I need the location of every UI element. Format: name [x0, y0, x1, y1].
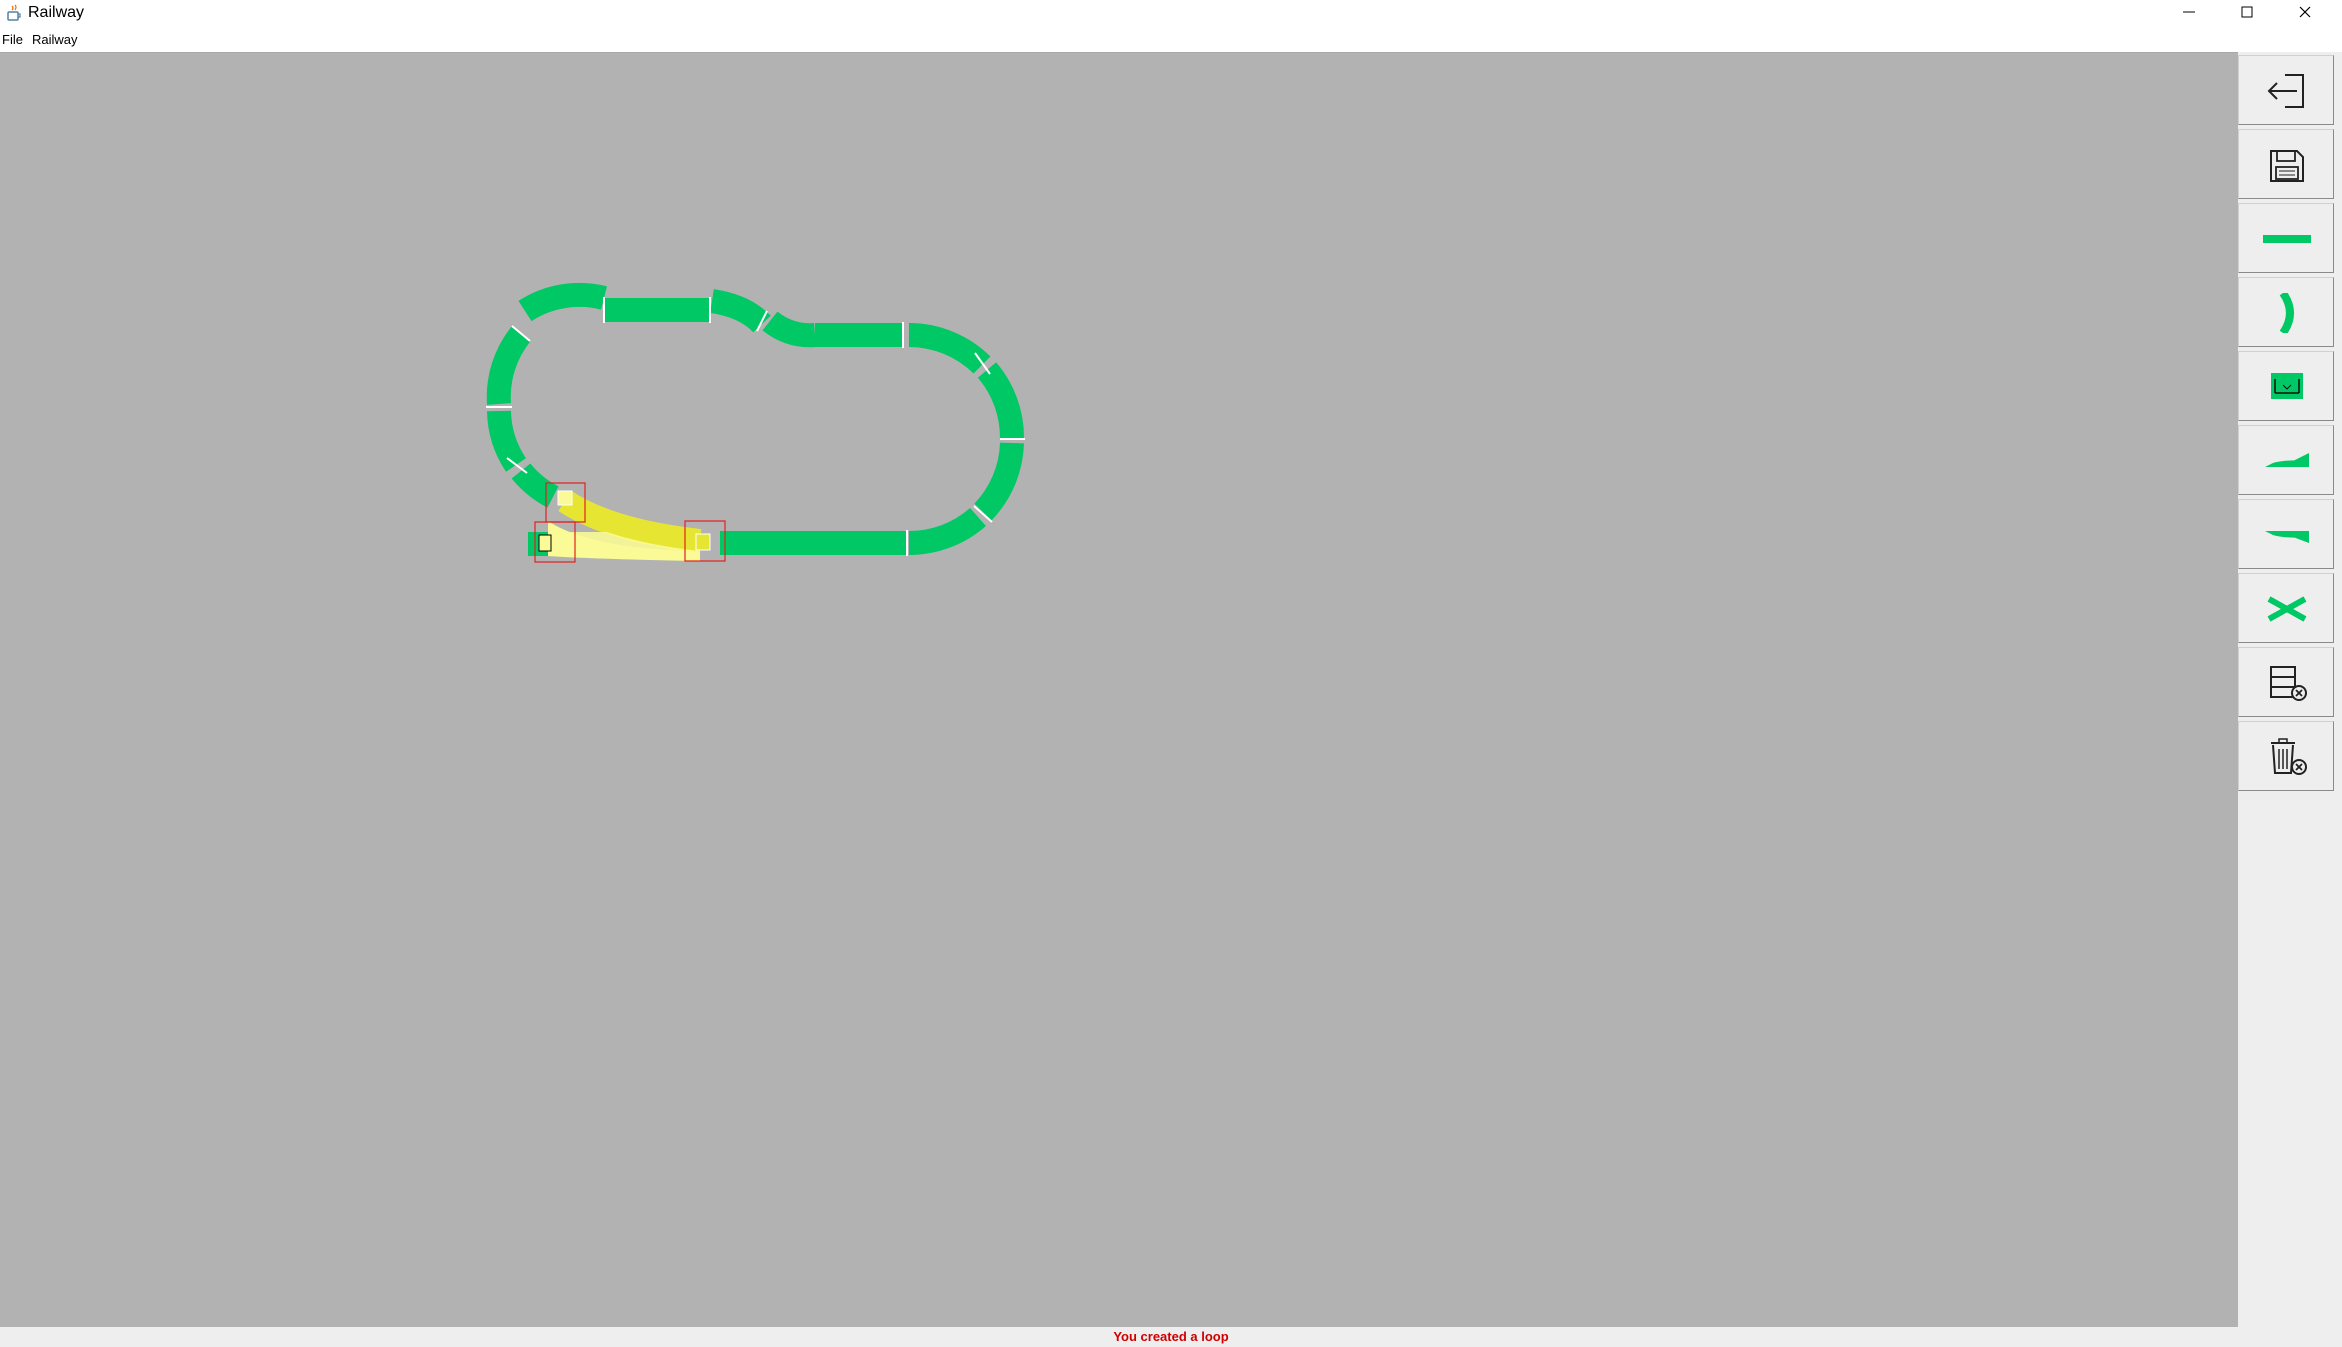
- delete-track-button[interactable]: [2238, 721, 2334, 791]
- bridge-track-icon: [2271, 373, 2303, 399]
- java-app-icon: [6, 4, 22, 22]
- save-button[interactable]: [2238, 129, 2334, 199]
- save-disk-icon: [2270, 150, 2304, 182]
- track-curve-top-s1[interactable]: [709, 289, 771, 333]
- menu-file[interactable]: File: [2, 32, 23, 47]
- close-icon: [2299, 6, 2311, 18]
- switch-right-button[interactable]: [2238, 499, 2334, 569]
- maximize-icon: [2241, 6, 2253, 18]
- minimize-icon: [2183, 11, 2195, 13]
- clear-layout-button[interactable]: [2238, 647, 2334, 717]
- highlighted-switch-track[interactable]: [548, 490, 702, 561]
- straight-track-icon: [2263, 235, 2311, 243]
- minimize-button[interactable]: [2160, 0, 2218, 24]
- switch-right-icon: [2265, 531, 2309, 543]
- track-layout: [486, 282, 1025, 563]
- track-curve-top-s2[interactable]: [762, 311, 816, 348]
- exit-arrow-icon: [2267, 74, 2304, 108]
- window-title: Railway: [28, 4, 85, 21]
- switch-left-button[interactable]: [2238, 425, 2334, 495]
- track-curve-top-left[interactable]: [518, 282, 607, 322]
- curved-track-button[interactable]: [2238, 277, 2334, 347]
- track-curve-right-2[interactable]: [977, 362, 1025, 439]
- menu-bar: File Railway: [0, 28, 2342, 52]
- crossing-button[interactable]: [2238, 573, 2334, 643]
- track-curve-left-1[interactable]: [486, 326, 531, 405]
- crossing-icon: [2267, 596, 2307, 622]
- status-bar: You created a loop: [0, 1327, 2342, 1347]
- clear-layout-icon: [2270, 666, 2307, 701]
- tool-palette: [2238, 52, 2342, 1327]
- track-curve-left-2[interactable]: [487, 410, 527, 472]
- track-curve-right-1[interactable]: [908, 323, 991, 374]
- track-curve-left-3[interactable]: [511, 463, 559, 508]
- status-message: You created a loop: [1113, 1329, 1229, 1344]
- curved-track-icon: [2279, 293, 2294, 333]
- switch-left-icon: [2265, 453, 2309, 467]
- exit-button[interactable]: [2238, 55, 2334, 125]
- close-button[interactable]: [2276, 0, 2334, 24]
- track-curve-right-3[interactable]: [974, 442, 1024, 521]
- layout-canvas[interactable]: [0, 52, 2238, 1328]
- maximize-button[interactable]: [2218, 0, 2276, 24]
- bridge-track-button[interactable]: [2238, 351, 2334, 421]
- delete-track-icon: [2271, 738, 2307, 775]
- straight-track-button[interactable]: [2238, 203, 2334, 273]
- track-curve-right-4[interactable]: [908, 507, 986, 556]
- title-bar: Railway: [0, 0, 2342, 28]
- menu-railway[interactable]: Railway: [32, 32, 78, 47]
